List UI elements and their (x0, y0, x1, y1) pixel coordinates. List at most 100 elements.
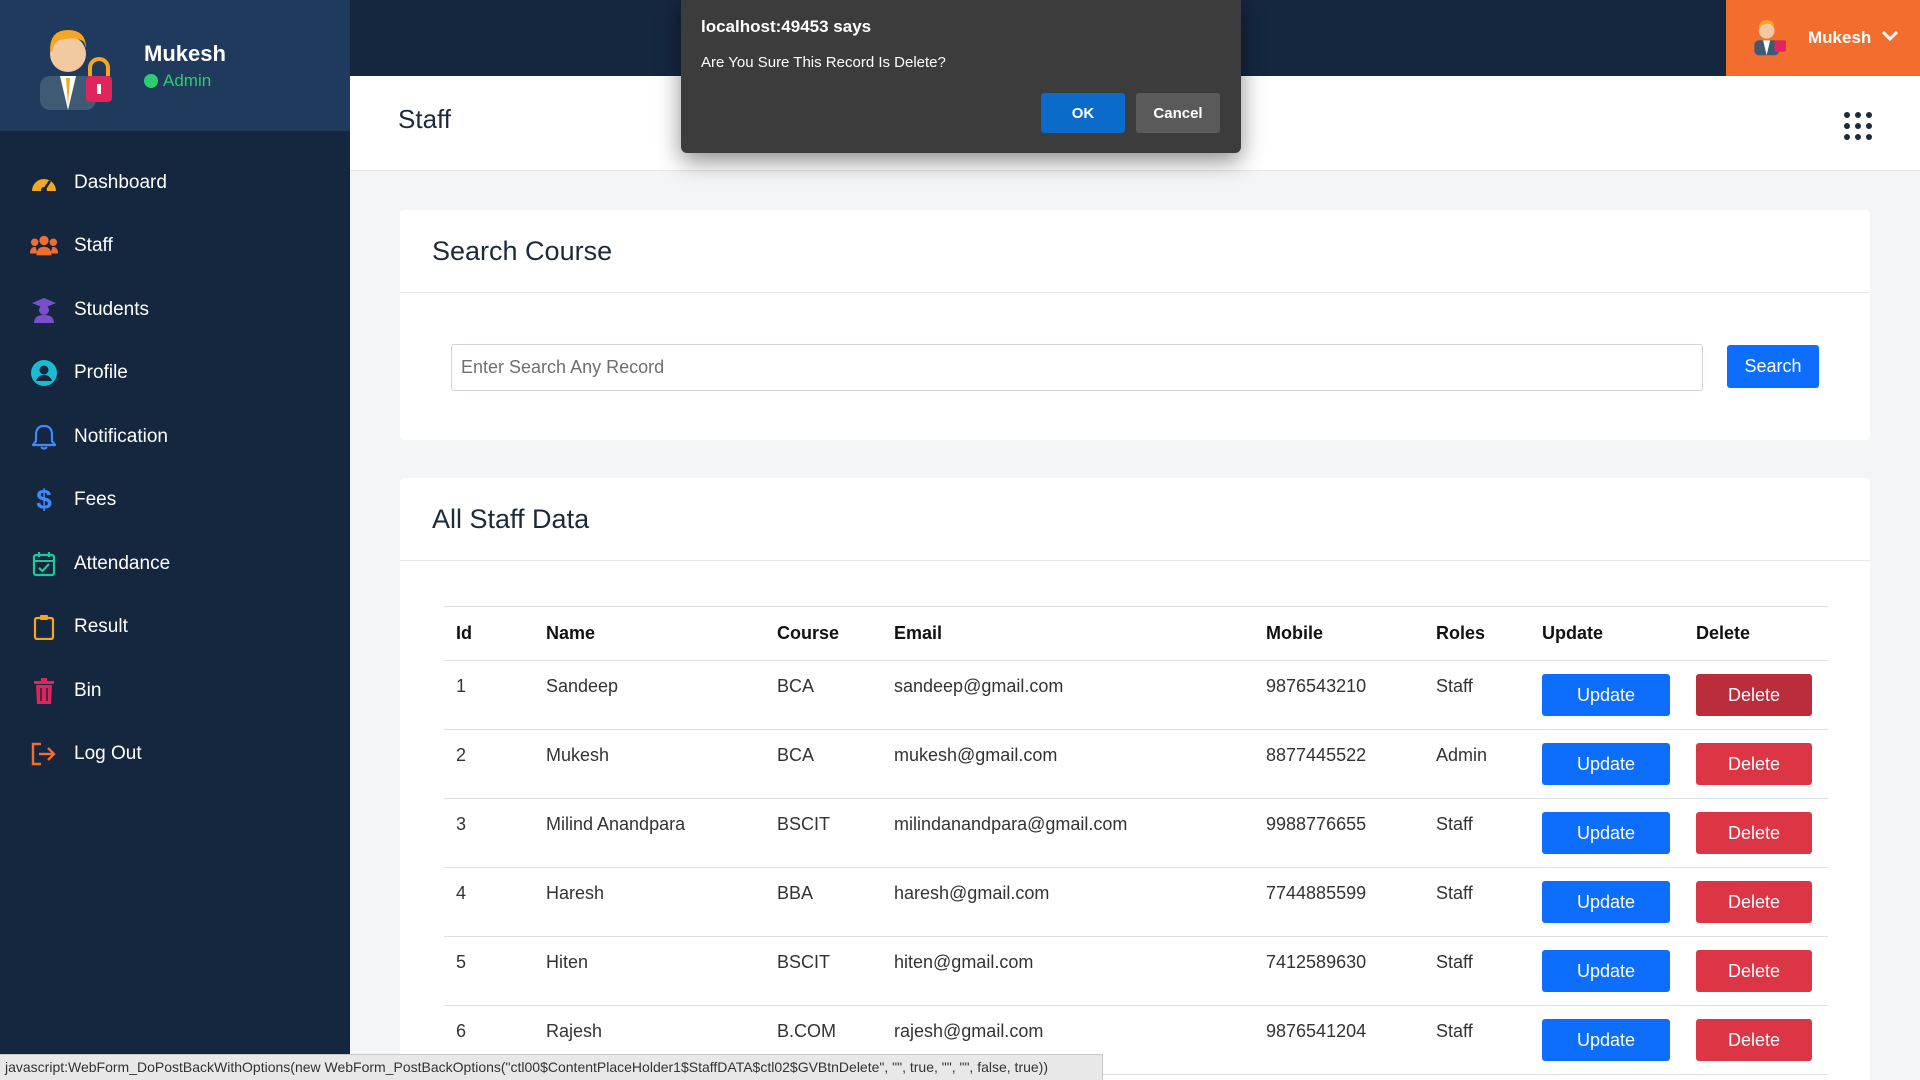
cell-course: BSCIT (765, 936, 882, 1006)
sidebar-item-dashboard[interactable]: Dashboard (0, 151, 350, 215)
cell-id: 5 (444, 936, 534, 1006)
cell-mobile: 9876543210 (1254, 660, 1424, 730)
cell-role: Staff (1424, 867, 1530, 937)
page-title: Staff (398, 104, 452, 134)
user-circle-icon (30, 359, 58, 387)
sidebar-item-logout[interactable]: Log Out (0, 723, 350, 787)
browser-status-bar: javascript:WebForm_DoPostBackWithOptions… (0, 1054, 1103, 1080)
delete-button[interactable]: Delete (1696, 812, 1812, 854)
graduate-icon (30, 296, 58, 324)
update-button[interactable]: Update (1542, 743, 1670, 785)
cell-mobile: 7744885599 (1254, 867, 1424, 937)
dialog-cancel-button[interactable]: Cancel (1136, 93, 1220, 133)
cell-name: Milind Anandpara (534, 798, 765, 868)
sidebar-item-label: Log Out (74, 743, 142, 765)
topbar-user-name: Mukesh (1808, 28, 1872, 47)
cell-mobile: 9988776655 (1254, 798, 1424, 868)
delete-button[interactable]: Delete (1696, 950, 1812, 992)
table-row: 5 Hiten BSCIT hiten@gmail.com 7412589630… (444, 936, 1828, 1006)
confirm-dialog: localhost:49453 says Are You Sure This R… (681, 0, 1241, 153)
update-button[interactable]: Update (1542, 881, 1670, 923)
cell-email: sandeep@gmail.com (882, 660, 1254, 730)
cell-id: 2 (444, 729, 534, 799)
delete-button[interactable]: Delete (1696, 743, 1812, 785)
column-header-mobile: Mobile (1254, 606, 1424, 661)
cell-id: 3 (444, 798, 534, 868)
staff-table: Id Name Course Email Mobile Roles Update… (444, 606, 1828, 1075)
update-button[interactable]: Update (1542, 812, 1670, 854)
sidebar-item-profile[interactable]: Profile (0, 342, 350, 406)
cell-mobile: 7412589630 (1254, 936, 1424, 1006)
dollar-icon: $ (36, 484, 52, 516)
cell-course: BCA (765, 729, 882, 799)
cell-email: hiten@gmail.com (882, 936, 1254, 1006)
search-input[interactable] (451, 344, 1703, 391)
dialog-ok-button[interactable]: OK (1041, 93, 1125, 133)
sidebar-item-bin[interactable]: Bin (0, 659, 350, 723)
sidebar-item-students[interactable]: Students (0, 278, 350, 342)
cell-role: Staff (1424, 936, 1530, 1006)
update-button[interactable]: Update (1542, 674, 1670, 716)
column-header-update: Update (1530, 606, 1684, 661)
sidebar-item-attendance[interactable]: Attendance (0, 532, 350, 596)
sidebar-user-role: Admin (144, 71, 226, 91)
delete-button[interactable]: Delete (1696, 674, 1812, 716)
staff-data-title: All Staff Data (400, 478, 1870, 561)
cell-email: mukesh@gmail.com (882, 729, 1254, 799)
cell-name: Mukesh (534, 729, 765, 799)
table-row: 1 Sandeep BCA sandeep@gmail.com 98765432… (444, 660, 1828, 730)
update-button[interactable]: Update (1542, 950, 1670, 992)
cell-id: 1 (444, 660, 534, 730)
sidebar-item-notification[interactable]: Notification (0, 405, 350, 469)
sidebar-item-result[interactable]: Result (0, 596, 350, 660)
cell-name: Sandeep (534, 660, 765, 730)
cell-role: Staff (1424, 660, 1530, 730)
sidebar-nav: Dashboard Staff Students Profile Notific… (0, 151, 350, 786)
dialog-message: Are You Sure This Record Is Delete? (701, 54, 946, 71)
delete-button[interactable]: Delete (1696, 881, 1812, 923)
column-header-email: Email (882, 606, 1254, 661)
cell-email: milindanandpara@gmail.com (882, 798, 1254, 868)
user-menu-button[interactable]: Mukesh (1726, 0, 1920, 76)
sidebar-item-fees[interactable]: $ Fees (0, 469, 350, 533)
cell-course: BBA (765, 867, 882, 937)
cell-course: BSCIT (765, 798, 882, 868)
dashboard-icon (30, 169, 58, 197)
sidebar-item-label: Profile (74, 362, 128, 384)
cell-role: Staff (1424, 798, 1530, 868)
delete-button[interactable]: Delete (1696, 1019, 1812, 1061)
sidebar: Mukesh Admin Dashboard Staff Students Pr… (0, 0, 350, 1080)
apps-grid-icon[interactable] (1844, 112, 1872, 140)
table-row: 4 Haresh BBA haresh@gmail.com 7744885599… (444, 867, 1828, 937)
cell-id: 4 (444, 867, 534, 937)
column-header-roles: Roles (1424, 606, 1530, 661)
column-header-delete: Delete (1684, 606, 1828, 661)
sidebar-user-name: Mukesh (144, 40, 226, 66)
users-icon (30, 232, 58, 260)
chevron-down-icon (1881, 29, 1899, 47)
column-header-course: Course (765, 606, 882, 661)
column-header-name: Name (534, 606, 765, 661)
clipboard-icon (30, 613, 58, 641)
table-row: 2 Mukesh BCA mukesh@gmail.com 8877445522… (444, 729, 1828, 799)
dialog-title: localhost:49453 says (701, 17, 872, 36)
sidebar-profile: Mukesh Admin (0, 0, 350, 131)
user-avatar-icon (1750, 14, 1792, 63)
cell-course: BCA (765, 660, 882, 730)
cell-email: haresh@gmail.com (882, 867, 1254, 937)
sidebar-item-label: Fees (74, 489, 117, 511)
column-header-id: Id (444, 606, 534, 661)
sidebar-item-label: Students (74, 298, 149, 320)
table-header-row: Id Name Course Email Mobile Roles Update… (444, 606, 1828, 661)
update-button[interactable]: Update (1542, 1019, 1670, 1061)
sidebar-item-label: Attendance (74, 552, 171, 574)
sidebar-item-label: Staff (74, 235, 113, 257)
sidebar-item-label: Notification (74, 425, 168, 447)
sidebar-item-label: Result (74, 616, 128, 638)
sidebar-item-staff[interactable]: Staff (0, 215, 350, 279)
cell-mobile: 8877445522 (1254, 729, 1424, 799)
online-status-icon (144, 73, 158, 88)
staff-data-card: All Staff Data Id Name Course Email Mobi… (400, 478, 1870, 1080)
search-button[interactable]: Search (1727, 345, 1819, 388)
table-row: 3 Milind Anandpara BSCIT milindanandpara… (444, 798, 1828, 868)
